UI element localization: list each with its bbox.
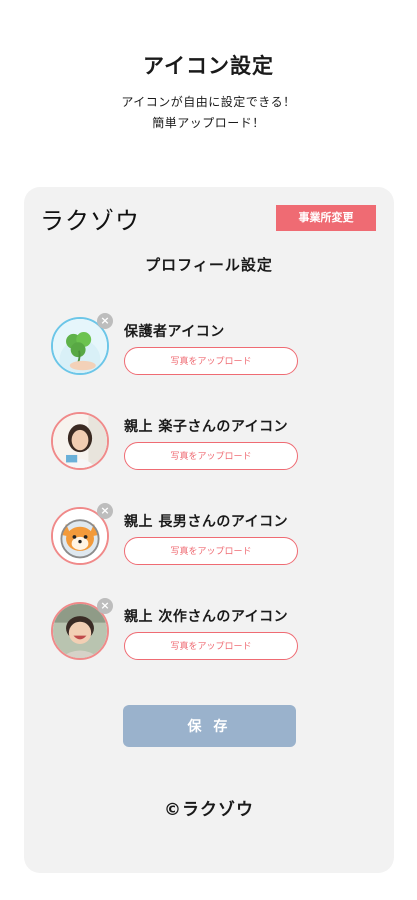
- icon-row-label: 親上 楽子さんのアイコン: [124, 419, 289, 435]
- save-button[interactable]: 保 存: [123, 705, 296, 747]
- office-change-button[interactable]: 事業所変更: [276, 205, 376, 231]
- subtitle-line-1: アイコンが自由に設定できる！: [121, 95, 296, 109]
- avatar-guardian[interactable]: ×: [51, 313, 113, 375]
- page-subtitle: アイコンが自由に設定できる！ 簡単アップロード！: [0, 92, 417, 134]
- profile-settings-title: プロフィール設定: [145, 256, 273, 274]
- upload-photo-button[interactable]: 写真をアップロード: [124, 632, 298, 660]
- avatar-jisaku[interactable]: ×: [51, 598, 113, 660]
- icon-row-rakuko: 親上 楽子さんのアイコン 写真をアップロード: [24, 412, 394, 502]
- app-logo: ラクゾウ: [40, 207, 140, 235]
- profile-card: ラクゾウ 事業所変更 プロフィール設定 × 保護者アイコン 写真をアップロード: [24, 187, 394, 873]
- subtitle-line-2: 簡単アップロード！: [152, 116, 265, 130]
- upload-photo-button[interactable]: 写真をアップロード: [124, 347, 298, 375]
- upload-photo-button[interactable]: 写真をアップロード: [124, 442, 298, 470]
- remove-icon[interactable]: ×: [97, 598, 113, 614]
- remove-icon[interactable]: ×: [97, 503, 113, 519]
- avatar-rakuko[interactable]: [51, 412, 109, 470]
- icon-row-chonan: × 親上 長男さんのアイコン 写真をアップロード: [24, 503, 394, 597]
- copyright-text: ©ラクゾウ: [164, 800, 254, 820]
- icon-row-label: 親上 次作さんのアイコン: [124, 609, 289, 625]
- page-title: アイコン設定: [143, 54, 274, 78]
- woman-avatar-image: [51, 412, 109, 470]
- icon-row-jisaku: × 親上 次作さんのアイコン 写真をアップロード: [24, 598, 394, 692]
- icon-row-guardian: × 保護者アイコン 写真をアップロード: [24, 313, 394, 407]
- remove-icon[interactable]: ×: [97, 313, 113, 329]
- icon-row-label: 保護者アイコン: [124, 324, 225, 340]
- icon-row-label: 親上 長男さんのアイコン: [124, 514, 289, 530]
- upload-photo-button[interactable]: 写真をアップロード: [124, 537, 298, 565]
- avatar-chonan[interactable]: ×: [51, 503, 113, 565]
